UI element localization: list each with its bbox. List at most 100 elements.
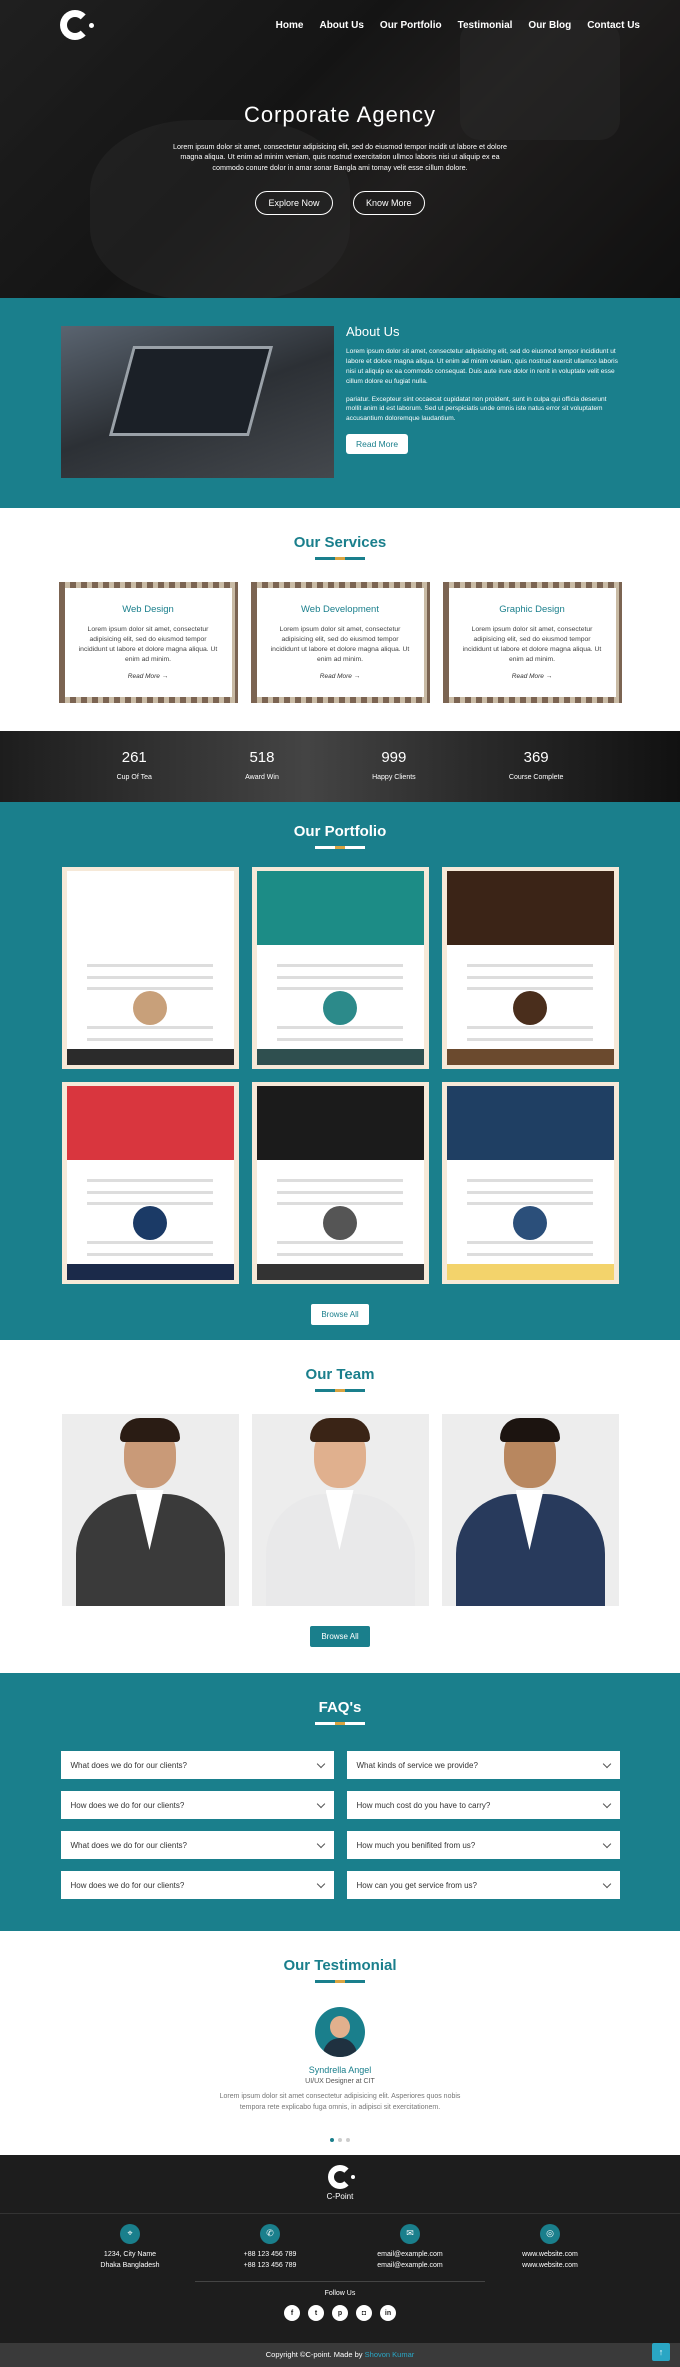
team-member-photo [251, 1414, 429, 1606]
faq-item[interactable]: What does we do for our clients? [60, 1831, 334, 1859]
linkedin-icon[interactable]: in [380, 2305, 396, 2321]
portfolio-item[interactable] [441, 867, 619, 1069]
portfolio-item[interactable] [441, 1082, 619, 1284]
chevron-down-icon [602, 1759, 611, 1768]
thumbnail-line [276, 1252, 404, 1256]
counter-course-complete: 369 Course Complete [509, 749, 563, 784]
title-underline [315, 1722, 365, 1725]
counter-label: Cup Of Tea [116, 774, 152, 781]
services-title: Our Services [293, 534, 387, 551]
carousel-dot[interactable] [330, 2138, 334, 2142]
portfolio-item[interactable] [61, 867, 239, 1069]
portfolio-screenshot [256, 1086, 424, 1280]
service-text: Lorem ipsum dolor sit amet, consectetur … [462, 626, 602, 663]
about-title: About Us [346, 324, 400, 339]
nav-item-testimonial[interactable]: Testimonial [458, 20, 513, 31]
service-read-more-link[interactable]: Read More → [75, 673, 222, 680]
faq-title: FAQ's [318, 1699, 362, 1716]
footer-line[interactable]: www.website.com [490, 2250, 610, 2261]
nav-item-portfolio[interactable]: Our Portfolio [380, 20, 442, 31]
service-title: Graphic Design [499, 604, 565, 615]
service-card-web-design: Web Design Lorem ipsum dolor sit amet, c… [58, 582, 238, 703]
service-text: Lorem ipsum dolor sit amet, consectetur … [270, 626, 410, 663]
faq-item[interactable]: What does we do for our clients? [60, 1751, 334, 1779]
testimonial-title: Our Testimonial [283, 1957, 397, 1974]
portfolio-title: Our Portfolio [293, 823, 387, 840]
footer-line[interactable]: email@example.com [350, 2261, 470, 2272]
service-text: Lorem ipsum dolor sit amet, consectetur … [78, 626, 218, 663]
thumbnail-line [466, 987, 594, 991]
counter-label: Award Win [245, 774, 279, 781]
service-read-more-link[interactable]: Read More → [267, 673, 414, 680]
member-hair [119, 1418, 180, 1442]
facebook-icon[interactable]: f [284, 2305, 300, 2321]
thumbnail-header [256, 871, 424, 945]
portfolio-grid [0, 867, 680, 1284]
faq-item[interactable]: How can you get service from us? [346, 1871, 620, 1899]
title-underline [315, 557, 365, 560]
portfolio-item[interactable] [61, 1082, 239, 1284]
know-more-button[interactable]: Know More [352, 191, 425, 216]
thumbnail-footer [66, 1049, 234, 1065]
explore-now-button[interactable]: Explore Now [255, 191, 333, 216]
c-point-logo-icon[interactable] [60, 10, 94, 40]
thumbnail-line [276, 1179, 404, 1183]
portfolio-screenshot [446, 871, 614, 1065]
team-browse-all-button[interactable]: Browse All [310, 1626, 370, 1647]
chevron-down-icon [316, 1799, 325, 1808]
chevron-down-icon [316, 1759, 325, 1768]
thumbnail-line [466, 975, 594, 979]
portfolio-browse-all-button[interactable]: Browse All [311, 1304, 369, 1325]
service-title: Web Design [122, 604, 174, 615]
carousel-dots [0, 2129, 680, 2147]
faq-item[interactable]: How much you benifited from us? [346, 1831, 620, 1859]
footer-line[interactable]: www.website.com [490, 2261, 610, 2272]
thumbnail-line [276, 1190, 404, 1194]
pinterest-icon[interactable]: p [332, 2305, 348, 2321]
read-more-button[interactable]: Read More [346, 434, 409, 455]
follow-us-label: Follow Us [324, 2290, 356, 2297]
thumbnail-line [276, 1241, 404, 1245]
nav-item-home[interactable]: Home [276, 20, 304, 31]
testimonial-name: Syndrella Angel [308, 2065, 372, 2075]
chevron-down-icon [316, 1879, 325, 1888]
nav-item-contact[interactable]: Contact Us [587, 20, 640, 31]
faq-item[interactable]: How does we do for our clients? [60, 1871, 334, 1899]
thumbnail-header [446, 1086, 614, 1160]
nav-item-about[interactable]: About Us [319, 20, 363, 31]
member-hair [499, 1418, 560, 1442]
chevron-down-icon [602, 1839, 611, 1848]
footer-line: Dhaka Bangladesh [100, 2261, 160, 2269]
carousel-dot[interactable] [338, 2138, 342, 2142]
nav-item-blog[interactable]: Our Blog [528, 20, 571, 31]
footer-line[interactable]: email@example.com [350, 2250, 470, 2261]
team-title: Our Team [305, 1366, 375, 1383]
thumbnail-line [276, 964, 404, 968]
faq-item[interactable]: How much cost do you have to carry? [346, 1791, 620, 1819]
about-paragraph-1: Lorem ipsum dolor sit amet, consectetur … [346, 348, 618, 385]
thumbnail-line [86, 1026, 214, 1030]
scroll-to-top-button[interactable]: ↑ [652, 2343, 670, 2361]
portfolio-item[interactable] [251, 1082, 429, 1284]
nav-menu: Home About Us Our Portfolio Testimonial … [276, 20, 640, 31]
service-read-more-link[interactable]: Read More → [459, 673, 606, 680]
portfolio-screenshot [66, 1086, 234, 1280]
thumbnail-line [86, 975, 214, 979]
testimonial-quote: Lorem ipsum dolor sit amet consectetur a… [219, 2093, 461, 2111]
thumbnail-header [66, 871, 234, 945]
faq-question: How can you get service from us? [356, 1880, 478, 1890]
twitter-icon[interactable]: t [308, 2305, 324, 2321]
carousel-dot[interactable] [346, 2138, 350, 2142]
faq-item[interactable]: How does we do for our clients? [60, 1791, 334, 1819]
faq-item[interactable]: What kinds of service we provide? [346, 1751, 620, 1779]
thumbnail-graphic [133, 1206, 168, 1241]
thumbnail-line [276, 1026, 404, 1030]
author-link[interactable]: Shovon Kumar [365, 2350, 415, 2359]
services-section: Our Services Web Design Lorem ipsum dolo… [0, 508, 680, 731]
team-member-photo [441, 1414, 619, 1606]
c-point-logo-icon[interactable] [328, 2165, 355, 2189]
portfolio-item[interactable] [251, 867, 429, 1069]
thumbnail-footer [256, 1264, 424, 1280]
footer-brand: C-Point [0, 2192, 680, 2214]
instagram-icon[interactable]: ◘ [356, 2305, 372, 2321]
